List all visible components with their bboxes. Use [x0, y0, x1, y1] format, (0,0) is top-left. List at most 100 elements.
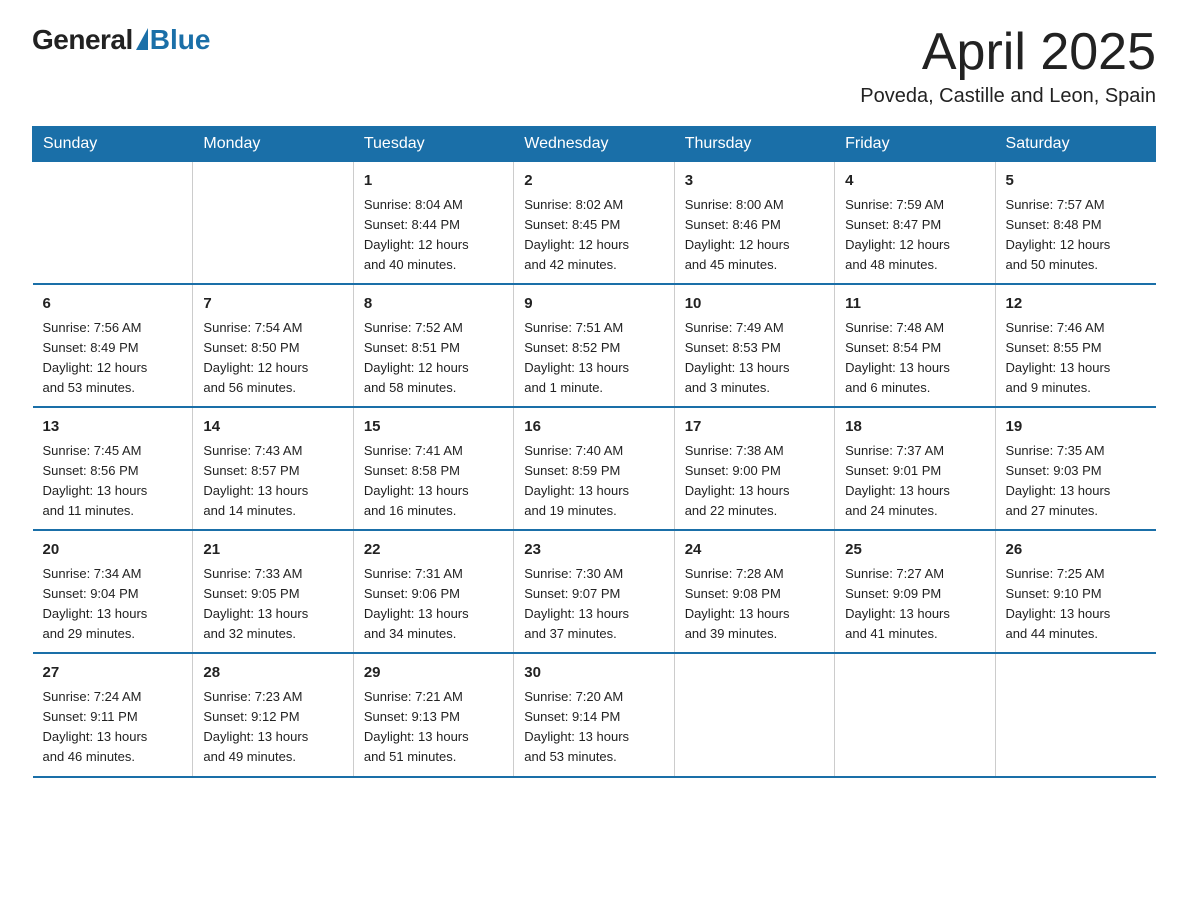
- day-number: 15: [364, 416, 503, 439]
- day-info: Sunrise: 7:56 AM Sunset: 8:49 PM Dayligh…: [43, 318, 183, 399]
- table-row: 11Sunrise: 7:48 AM Sunset: 8:54 PM Dayli…: [835, 284, 995, 407]
- day-info: Sunrise: 7:52 AM Sunset: 8:51 PM Dayligh…: [364, 318, 503, 399]
- page-header: General Blue April 2025 Poveda, Castille…: [32, 24, 1156, 108]
- day-number: 11: [845, 293, 984, 316]
- table-row: 6Sunrise: 7:56 AM Sunset: 8:49 PM Daylig…: [33, 284, 193, 407]
- table-row: 30Sunrise: 7:20 AM Sunset: 9:14 PM Dayli…: [514, 653, 674, 776]
- col-sunday: Sunday: [33, 127, 193, 162]
- location-title: Poveda, Castille and Leon, Spain: [860, 85, 1156, 108]
- day-number: 17: [685, 416, 824, 439]
- day-info: Sunrise: 7:34 AM Sunset: 9:04 PM Dayligh…: [43, 564, 183, 645]
- day-number: 25: [845, 539, 984, 562]
- day-number: 10: [685, 293, 824, 316]
- table-row: 18Sunrise: 7:37 AM Sunset: 9:01 PM Dayli…: [835, 407, 995, 530]
- table-row: 24Sunrise: 7:28 AM Sunset: 9:08 PM Dayli…: [674, 530, 834, 653]
- calendar-week-row: 20Sunrise: 7:34 AM Sunset: 9:04 PM Dayli…: [33, 530, 1156, 653]
- day-number: 28: [203, 662, 342, 685]
- day-number: 6: [43, 293, 183, 316]
- table-row: 25Sunrise: 7:27 AM Sunset: 9:09 PM Dayli…: [835, 530, 995, 653]
- day-info: Sunrise: 7:31 AM Sunset: 9:06 PM Dayligh…: [364, 564, 503, 645]
- calendar-week-row: 1Sunrise: 8:04 AM Sunset: 8:44 PM Daylig…: [33, 162, 1156, 285]
- day-number: 12: [1006, 293, 1146, 316]
- day-number: 22: [364, 539, 503, 562]
- day-info: Sunrise: 7:24 AM Sunset: 9:11 PM Dayligh…: [43, 687, 183, 768]
- day-info: Sunrise: 7:27 AM Sunset: 9:09 PM Dayligh…: [845, 564, 984, 645]
- day-number: 24: [685, 539, 824, 562]
- calendar-table: Sunday Monday Tuesday Wednesday Thursday…: [32, 126, 1156, 777]
- calendar-header-row: Sunday Monday Tuesday Wednesday Thursday…: [33, 127, 1156, 162]
- calendar-week-row: 13Sunrise: 7:45 AM Sunset: 8:56 PM Dayli…: [33, 407, 1156, 530]
- day-info: Sunrise: 7:59 AM Sunset: 8:47 PM Dayligh…: [845, 195, 984, 276]
- table-row: 27Sunrise: 7:24 AM Sunset: 9:11 PM Dayli…: [33, 653, 193, 776]
- day-number: 8: [364, 293, 503, 316]
- table-row: 14Sunrise: 7:43 AM Sunset: 8:57 PM Dayli…: [193, 407, 353, 530]
- table-row: 19Sunrise: 7:35 AM Sunset: 9:03 PM Dayli…: [995, 407, 1155, 530]
- table-row: 15Sunrise: 7:41 AM Sunset: 8:58 PM Dayli…: [353, 407, 513, 530]
- table-row: [995, 653, 1155, 776]
- day-number: 18: [845, 416, 984, 439]
- day-number: 4: [845, 170, 984, 193]
- logo: General Blue: [32, 24, 210, 56]
- table-row: 2Sunrise: 8:02 AM Sunset: 8:45 PM Daylig…: [514, 162, 674, 285]
- table-row: 8Sunrise: 7:52 AM Sunset: 8:51 PM Daylig…: [353, 284, 513, 407]
- day-number: 30: [524, 662, 663, 685]
- table-row: 20Sunrise: 7:34 AM Sunset: 9:04 PM Dayli…: [33, 530, 193, 653]
- title-section: April 2025 Poveda, Castille and Leon, Sp…: [860, 24, 1156, 108]
- day-info: Sunrise: 7:51 AM Sunset: 8:52 PM Dayligh…: [524, 318, 663, 399]
- day-info: Sunrise: 7:46 AM Sunset: 8:55 PM Dayligh…: [1006, 318, 1146, 399]
- month-title: April 2025: [860, 24, 1156, 81]
- table-row: 29Sunrise: 7:21 AM Sunset: 9:13 PM Dayli…: [353, 653, 513, 776]
- table-row: 4Sunrise: 7:59 AM Sunset: 8:47 PM Daylig…: [835, 162, 995, 285]
- day-info: Sunrise: 7:25 AM Sunset: 9:10 PM Dayligh…: [1006, 564, 1146, 645]
- day-number: 20: [43, 539, 183, 562]
- day-number: 29: [364, 662, 503, 685]
- day-info: Sunrise: 7:20 AM Sunset: 9:14 PM Dayligh…: [524, 687, 663, 768]
- day-number: 5: [1006, 170, 1146, 193]
- logo-triangle-icon: [136, 28, 148, 50]
- day-number: 27: [43, 662, 183, 685]
- table-row: [835, 653, 995, 776]
- day-number: 1: [364, 170, 503, 193]
- col-saturday: Saturday: [995, 127, 1155, 162]
- table-row: 1Sunrise: 8:04 AM Sunset: 8:44 PM Daylig…: [353, 162, 513, 285]
- table-row: 5Sunrise: 7:57 AM Sunset: 8:48 PM Daylig…: [995, 162, 1155, 285]
- day-number: 26: [1006, 539, 1146, 562]
- table-row: 16Sunrise: 7:40 AM Sunset: 8:59 PM Dayli…: [514, 407, 674, 530]
- day-info: Sunrise: 8:04 AM Sunset: 8:44 PM Dayligh…: [364, 195, 503, 276]
- day-number: 7: [203, 293, 342, 316]
- col-monday: Monday: [193, 127, 353, 162]
- day-info: Sunrise: 7:28 AM Sunset: 9:08 PM Dayligh…: [685, 564, 824, 645]
- calendar-week-row: 27Sunrise: 7:24 AM Sunset: 9:11 PM Dayli…: [33, 653, 1156, 776]
- col-thursday: Thursday: [674, 127, 834, 162]
- table-row: 3Sunrise: 8:00 AM Sunset: 8:46 PM Daylig…: [674, 162, 834, 285]
- day-number: 19: [1006, 416, 1146, 439]
- table-row: [33, 162, 193, 285]
- day-info: Sunrise: 7:35 AM Sunset: 9:03 PM Dayligh…: [1006, 441, 1146, 522]
- day-info: Sunrise: 7:49 AM Sunset: 8:53 PM Dayligh…: [685, 318, 824, 399]
- table-row: 10Sunrise: 7:49 AM Sunset: 8:53 PM Dayli…: [674, 284, 834, 407]
- table-row: 17Sunrise: 7:38 AM Sunset: 9:00 PM Dayli…: [674, 407, 834, 530]
- day-info: Sunrise: 7:23 AM Sunset: 9:12 PM Dayligh…: [203, 687, 342, 768]
- day-number: 16: [524, 416, 663, 439]
- table-row: 9Sunrise: 7:51 AM Sunset: 8:52 PM Daylig…: [514, 284, 674, 407]
- calendar-week-row: 6Sunrise: 7:56 AM Sunset: 8:49 PM Daylig…: [33, 284, 1156, 407]
- day-info: Sunrise: 7:30 AM Sunset: 9:07 PM Dayligh…: [524, 564, 663, 645]
- day-number: 14: [203, 416, 342, 439]
- table-row: 26Sunrise: 7:25 AM Sunset: 9:10 PM Dayli…: [995, 530, 1155, 653]
- day-info: Sunrise: 7:48 AM Sunset: 8:54 PM Dayligh…: [845, 318, 984, 399]
- table-row: 7Sunrise: 7:54 AM Sunset: 8:50 PM Daylig…: [193, 284, 353, 407]
- table-row: 12Sunrise: 7:46 AM Sunset: 8:55 PM Dayli…: [995, 284, 1155, 407]
- day-number: 3: [685, 170, 824, 193]
- table-row: 28Sunrise: 7:23 AM Sunset: 9:12 PM Dayli…: [193, 653, 353, 776]
- day-info: Sunrise: 7:41 AM Sunset: 8:58 PM Dayligh…: [364, 441, 503, 522]
- day-number: 2: [524, 170, 663, 193]
- day-info: Sunrise: 7:43 AM Sunset: 8:57 PM Dayligh…: [203, 441, 342, 522]
- table-row: [193, 162, 353, 285]
- logo-blue-text: Blue: [150, 24, 211, 56]
- day-number: 23: [524, 539, 663, 562]
- day-info: Sunrise: 7:40 AM Sunset: 8:59 PM Dayligh…: [524, 441, 663, 522]
- col-friday: Friday: [835, 127, 995, 162]
- day-info: Sunrise: 7:57 AM Sunset: 8:48 PM Dayligh…: [1006, 195, 1146, 276]
- table-row: [674, 653, 834, 776]
- day-info: Sunrise: 8:02 AM Sunset: 8:45 PM Dayligh…: [524, 195, 663, 276]
